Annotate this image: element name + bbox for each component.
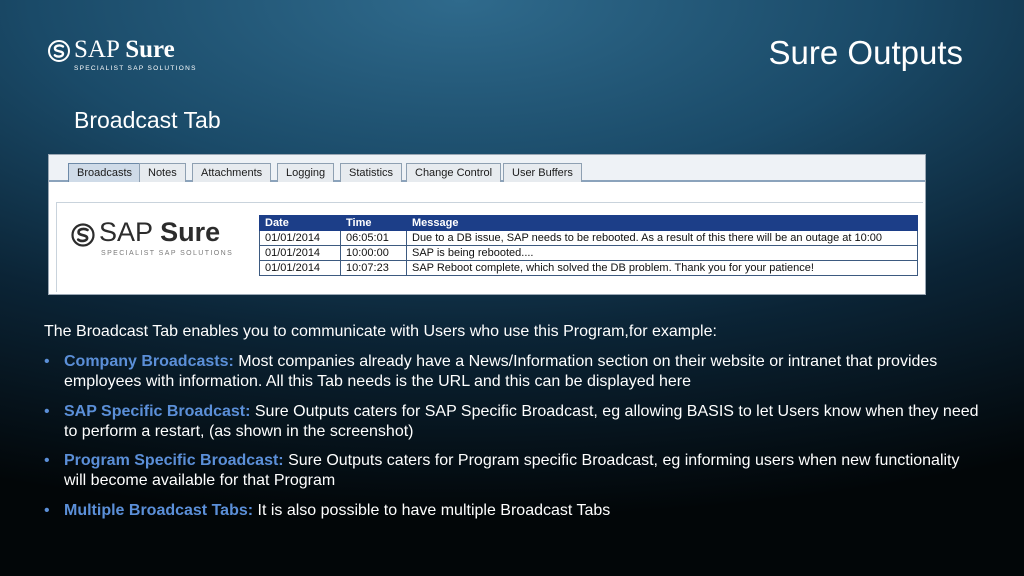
inner-sap-sure-logo: SAP Sure SPECIALIST SAP SOLUTIONS (71, 217, 246, 269)
tab-attachments[interactable]: Attachments (192, 163, 272, 182)
logo-tagline: SPECIALIST SAP SOLUTIONS (74, 65, 197, 72)
tab-strip: Broadcasts Notes Attachments Logging Sta… (49, 155, 925, 182)
tab-logging[interactable]: Logging (277, 163, 335, 182)
table-row[interactable]: 01/01/2014 06:05:01 Due to a DB issue, S… (259, 230, 918, 246)
cell-message: SAP is being rebooted.... (406, 245, 918, 261)
cell-date: 01/01/2014 (259, 230, 341, 246)
tab-user-buffers[interactable]: User Buffers (503, 163, 582, 182)
bullet-text: It is also possible to have multiple Bro… (253, 501, 611, 519)
tab-statistics[interactable]: Statistics (340, 163, 403, 182)
cell-time: 10:00:00 (340, 245, 407, 261)
inner-logo-tagline: SPECIALIST SAP SOLUTIONS (101, 250, 234, 257)
sap-sure-s-icon (71, 223, 95, 247)
bullet-icon: • (44, 501, 50, 519)
broadcast-tab-screenshot: Broadcasts Notes Attachments Logging Sta… (48, 154, 926, 295)
logo-wordmark: SAP Sure (74, 36, 175, 63)
feature-list: • Company Broadcasts: Most companies alre… (44, 352, 984, 530)
bullet-lead: Multiple Broadcast Tabs: (64, 501, 254, 519)
list-item: • Program Specific Broadcast: Sure Output… (44, 451, 984, 491)
table-row[interactable]: 01/01/2014 10:07:23 SAP Reboot complete,… (259, 260, 918, 276)
bullet-lead: Company Broadcasts: (64, 353, 234, 370)
column-header-date[interactable]: Date (259, 215, 341, 231)
list-item: • Multiple Broadcast Tabs: It is also pos… (44, 501, 984, 521)
broadcast-table: Date Time Message 01/01/2014 06:05:01 Du… (259, 215, 918, 276)
table-header-row: Date Time Message (259, 215, 918, 231)
cell-date: 01/01/2014 (259, 245, 341, 261)
column-header-time[interactable]: Time (340, 215, 407, 231)
cell-time: 06:05:01 (340, 230, 407, 246)
table-row[interactable]: 01/01/2014 10:00:00 SAP is being reboote… (259, 245, 918, 261)
sap-sure-s-icon (48, 40, 70, 62)
cell-time: 10:07:23 (340, 260, 407, 276)
section-subtitle: Broadcast Tab (74, 107, 221, 133)
bullet-icon: • (44, 353, 50, 370)
tab-change-control[interactable]: Change Control (406, 163, 502, 182)
list-item: • Company Broadcasts: Most companies alre… (44, 352, 984, 392)
list-item: • SAP Specific Broadcast: Sure Outputs ca… (44, 402, 984, 442)
cell-message: SAP Reboot complete, which solved the DB… (406, 260, 918, 276)
column-header-message[interactable]: Message (406, 215, 918, 231)
tab-notes[interactable]: Notes (139, 163, 186, 182)
cell-date: 01/01/2014 (259, 260, 341, 276)
tab-broadcasts[interactable]: Broadcasts (68, 163, 142, 182)
sap-sure-logo: SAP Sure SPECIALIST SAP SOLUTIONS (48, 36, 208, 78)
bullet-icon: • (44, 452, 50, 469)
intro-text: The Broadcast Tab enables you to communi… (44, 323, 717, 340)
bullet-lead: SAP Specific Broadcast: (64, 402, 251, 420)
inner-logo-wordmark: SAP Sure (99, 217, 221, 247)
cell-message: Due to a DB issue, SAP needs to be reboo… (406, 230, 918, 246)
slide-title: Sure Outputs (768, 34, 963, 71)
bullet-icon: • (44, 402, 50, 420)
bullet-lead: Program Specific Broadcast: (64, 452, 284, 469)
